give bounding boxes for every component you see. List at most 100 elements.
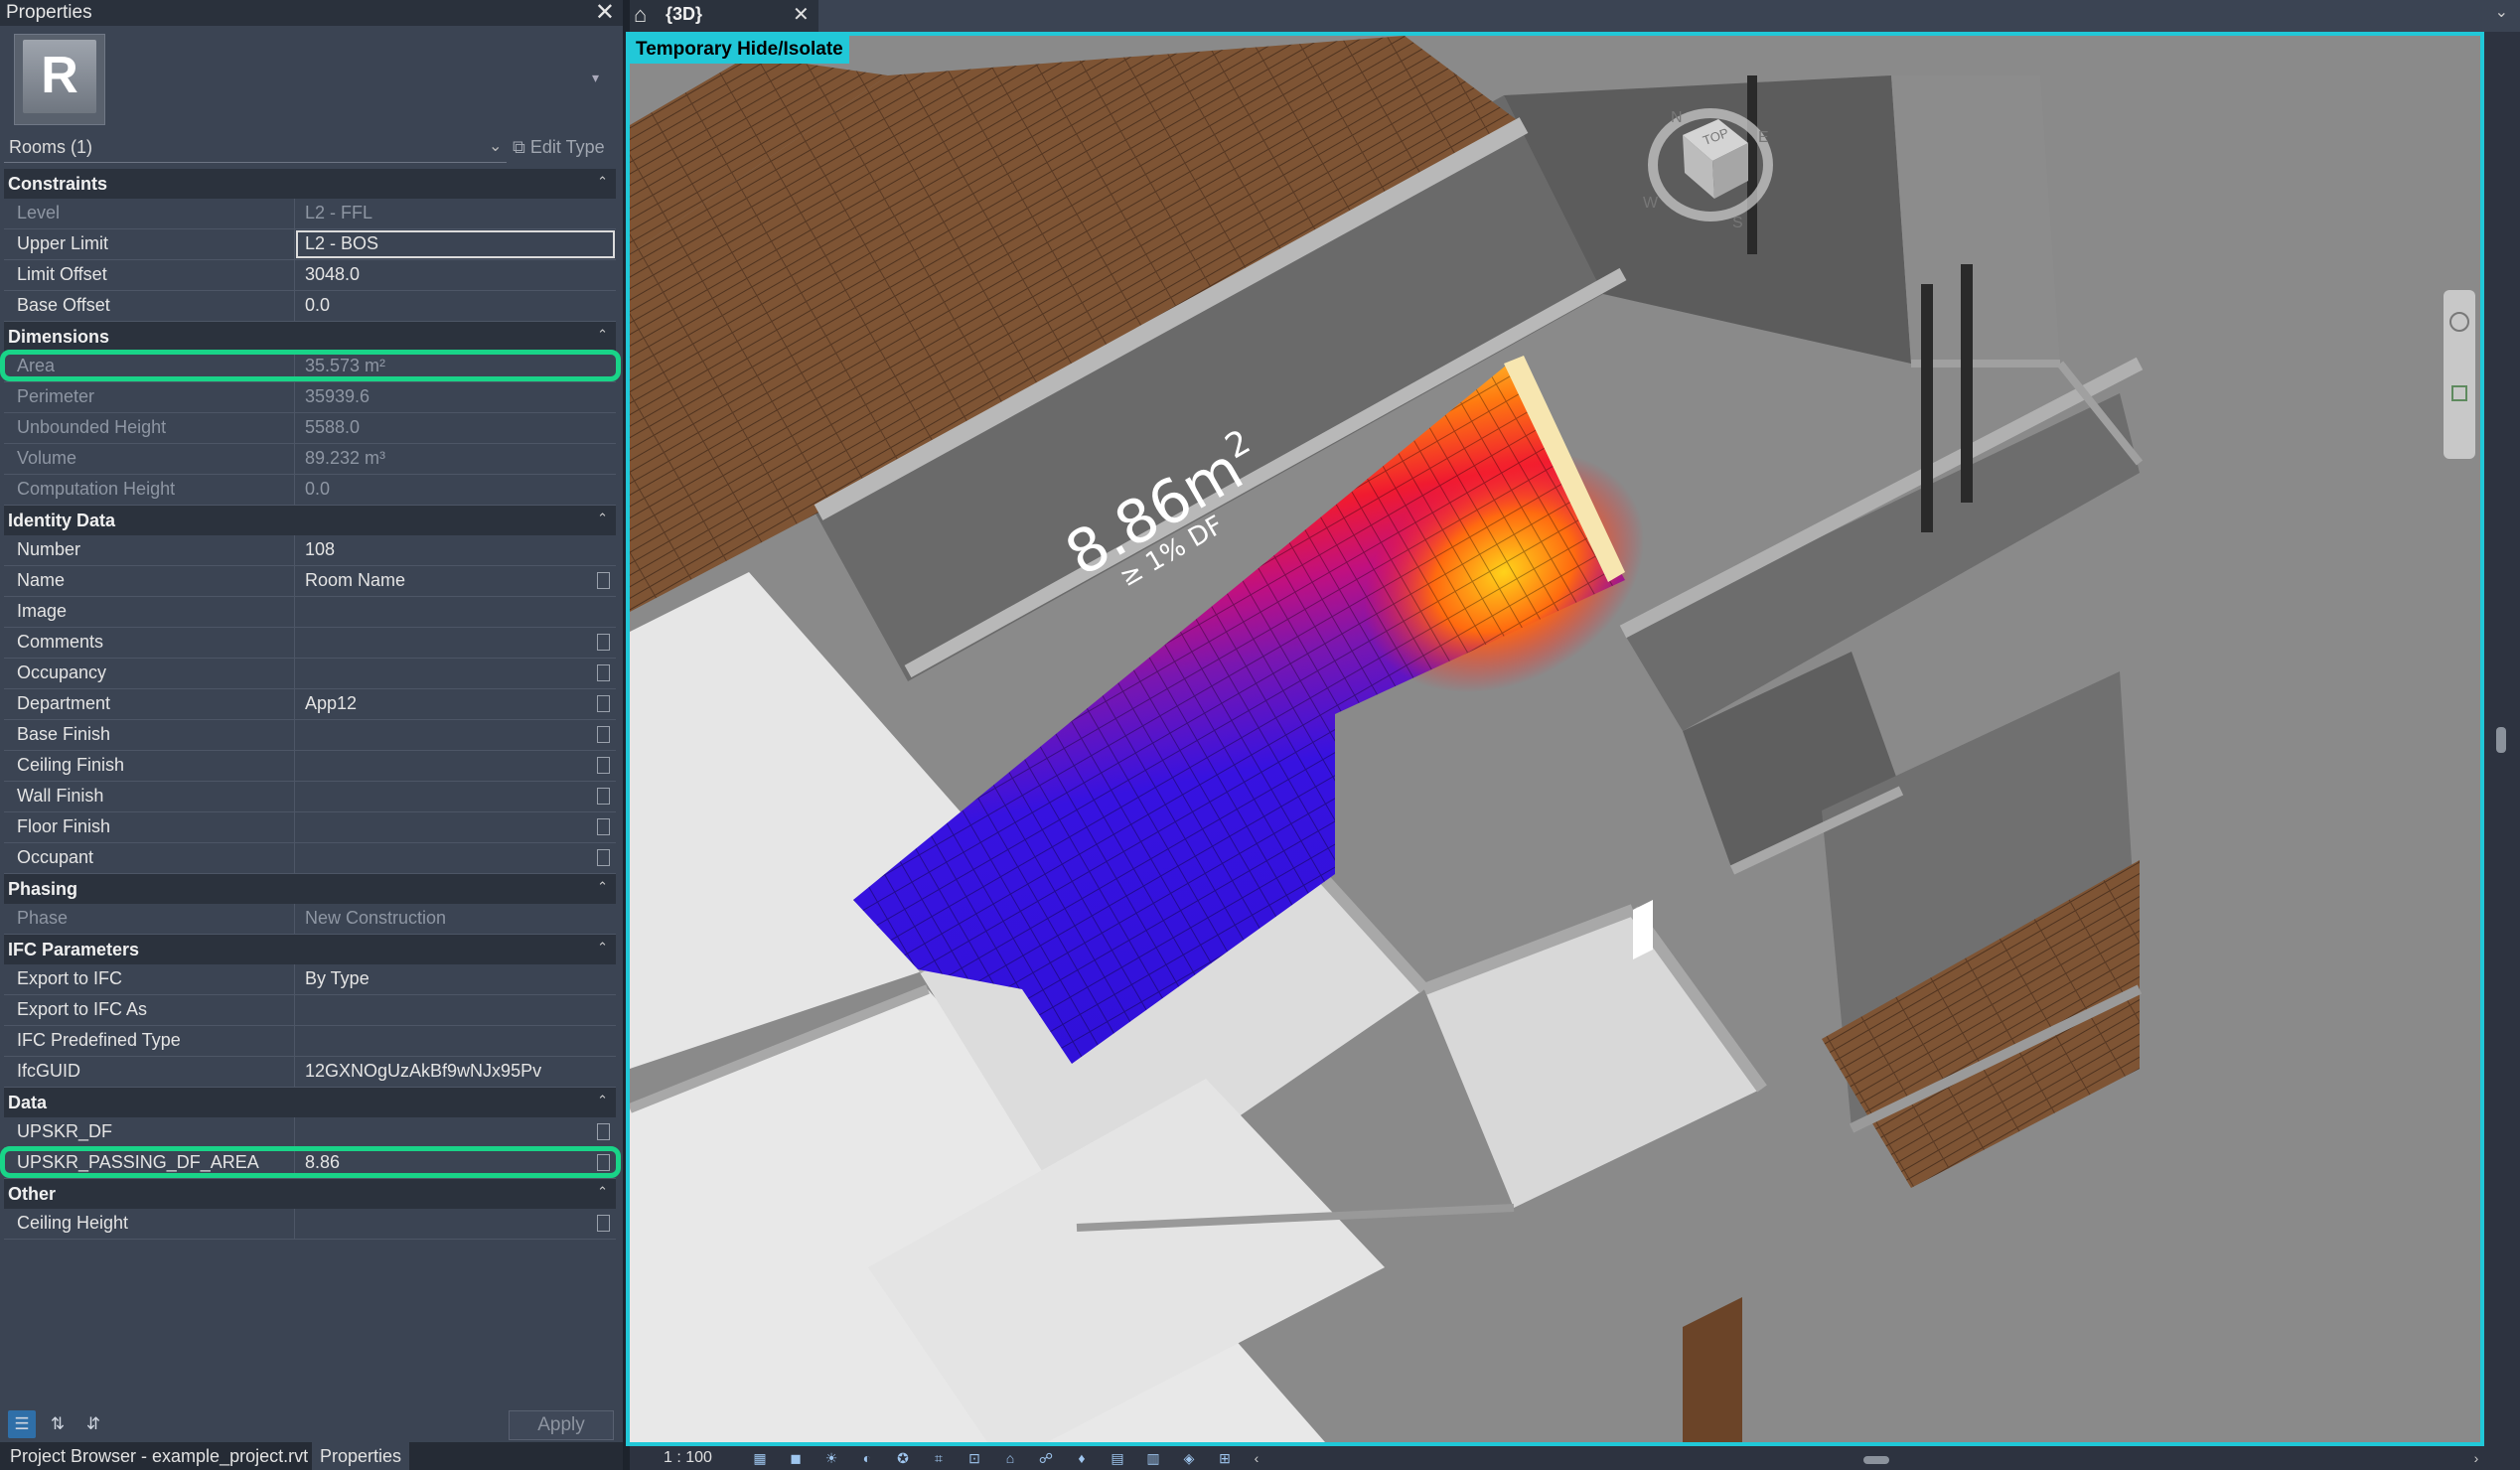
chevron-left-icon[interactable]: ‹: [1248, 1450, 1265, 1466]
edit-value-icon[interactable]: [597, 726, 610, 743]
edit-value-icon[interactable]: [597, 788, 610, 805]
viewcube[interactable]: TOP N E S W: [1641, 95, 1780, 234]
scroll-thumb[interactable]: [2496, 727, 2506, 753]
crop-region-icon[interactable]: ⊡: [965, 1450, 983, 1466]
property-value[interactable]: [295, 1026, 616, 1056]
property-value[interactable]: [295, 628, 616, 658]
property-row[interactable]: Base Offset 0.0: [4, 291, 616, 322]
render-icon[interactable]: ✪: [894, 1450, 912, 1466]
property-row[interactable]: Ceiling Finish: [4, 751, 616, 782]
property-row[interactable]: Ceiling Height: [4, 1209, 616, 1240]
edit-value-icon[interactable]: [597, 664, 610, 681]
group-header[interactable]: Other ⌃: [4, 1179, 616, 1209]
collapse-icon[interactable]: ⌃: [597, 320, 608, 350]
property-row[interactable]: Base Finish: [4, 720, 616, 751]
edit-value-icon[interactable]: [597, 849, 610, 866]
reveal-hidden-icon[interactable]: ♦: [1073, 1450, 1091, 1466]
property-value[interactable]: App12: [295, 689, 616, 719]
edit-value-icon[interactable]: [597, 757, 610, 774]
tab-3d-view[interactable]: ⌂ {3D} ✕: [630, 0, 818, 32]
tab-project-browser[interactable]: Project Browser - example_project.rvt: [2, 1442, 316, 1470]
property-value[interactable]: Room Name: [295, 566, 616, 596]
vertical-scrollbar[interactable]: [2484, 32, 2520, 1446]
crop-view-icon[interactable]: ⌗: [930, 1450, 948, 1466]
property-row[interactable]: Name Room Name: [4, 566, 616, 597]
categorized-icon[interactable]: ☰: [8, 1410, 36, 1438]
element-selector[interactable]: Rooms (1): [4, 131, 507, 163]
property-value[interactable]: By Type: [295, 964, 616, 994]
worksharing-icon[interactable]: ▥: [1144, 1450, 1162, 1466]
group-header[interactable]: Constraints ⌃: [4, 169, 616, 199]
close-icon[interactable]: ✕: [595, 0, 615, 26]
property-value[interactable]: 8.86: [295, 1148, 616, 1178]
sun-path-icon[interactable]: ☀: [822, 1450, 840, 1466]
detail-level-icon[interactable]: ▦: [751, 1450, 769, 1466]
property-value[interactable]: [295, 720, 616, 750]
property-value[interactable]: [295, 1117, 616, 1147]
chevron-down-icon[interactable]: ⌄: [489, 131, 502, 163]
collapse-icon[interactable]: ⌃: [597, 167, 608, 197]
collapse-icon[interactable]: ⌃: [597, 933, 608, 962]
property-value[interactable]: [295, 659, 616, 688]
property-row[interactable]: Occupant: [4, 843, 616, 874]
collapse-icon[interactable]: ⌃: [597, 504, 608, 533]
group-header[interactable]: IFC Parameters ⌃: [4, 935, 616, 964]
property-row[interactable]: IfcGUID 12GXNOgUzAkBf9wNJx95Pv: [4, 1057, 616, 1088]
edit-value-icon[interactable]: [597, 1215, 610, 1232]
edit-type-button[interactable]: ⧉ Edit Type: [513, 131, 616, 163]
property-value[interactable]: [295, 843, 616, 873]
property-row[interactable]: Floor Finish: [4, 812, 616, 843]
property-value[interactable]: [295, 782, 616, 811]
property-row[interactable]: UPSKR_DF: [4, 1117, 616, 1148]
property-value[interactable]: [295, 597, 616, 627]
steering-wheel-icon[interactable]: [2449, 312, 2469, 332]
collapse-icon[interactable]: ⌃: [597, 1086, 608, 1115]
tab-menu-icon[interactable]: ⌄: [2495, 2, 2508, 22]
property-value[interactable]: [295, 812, 616, 842]
edit-value-icon[interactable]: [597, 1123, 610, 1140]
edit-value-icon[interactable]: [597, 634, 610, 651]
property-row[interactable]: Image: [4, 597, 616, 628]
visual-style-icon[interactable]: ◼: [787, 1450, 805, 1466]
temporary-properties-icon[interactable]: ▤: [1109, 1450, 1126, 1466]
type-dropdown-icon[interactable]: ▾: [592, 70, 599, 86]
edit-value-icon[interactable]: [597, 818, 610, 835]
property-row[interactable]: Department App12: [4, 689, 616, 720]
property-row[interactable]: Number 108: [4, 535, 616, 566]
group-header[interactable]: Dimensions ⌃: [4, 322, 616, 352]
collapse-icon[interactable]: ⌃: [597, 1177, 608, 1207]
property-value[interactable]: 108: [295, 535, 616, 565]
scale-readout[interactable]: 1 : 100: [664, 1446, 712, 1470]
property-row[interactable]: IFC Predefined Type: [4, 1026, 616, 1057]
property-value[interactable]: 3048.0: [295, 260, 616, 290]
edit-value-icon[interactable]: [597, 695, 610, 712]
group-header[interactable]: Data ⌃: [4, 1088, 616, 1117]
horizontal-scroll-thumb[interactable]: [1863, 1456, 1889, 1464]
3d-viewport[interactable]: 8.86m2 ≥ 1% DF Temporary Hide/Isolate TO…: [626, 32, 2484, 1446]
analysis-display-icon[interactable]: ◈: [1180, 1450, 1198, 1466]
property-value[interactable]: L2 - BOS: [295, 229, 616, 259]
constraints-icon[interactable]: ⊞: [1216, 1450, 1234, 1466]
property-row[interactable]: Export to IFC By Type: [4, 964, 616, 995]
close-icon[interactable]: ✕: [793, 2, 810, 27]
property-row[interactable]: Wall Finish: [4, 782, 616, 812]
chevron-right-icon[interactable]: ›: [2467, 1450, 2485, 1466]
apply-button[interactable]: Apply: [509, 1410, 614, 1440]
sort-az-icon[interactable]: ⇅: [44, 1410, 72, 1438]
property-row[interactable]: Upper Limit L2 - BOS: [4, 229, 616, 260]
property-row[interactable]: Export to IFC As: [4, 995, 616, 1026]
property-row[interactable]: Occupancy: [4, 659, 616, 689]
property-value[interactable]: [295, 1209, 616, 1239]
group-header[interactable]: Phasing ⌃: [4, 874, 616, 904]
group-header[interactable]: Identity Data ⌃: [4, 506, 616, 535]
property-row[interactable]: Comments: [4, 628, 616, 659]
tab-properties[interactable]: Properties: [312, 1442, 410, 1470]
property-value[interactable]: 0.0: [295, 291, 616, 321]
property-value[interactable]: 12GXNOgUzAkBf9wNJx95Pv: [295, 1057, 616, 1087]
hide-isolate-icon[interactable]: ☍: [1037, 1450, 1055, 1466]
edit-value-icon[interactable]: [597, 1154, 610, 1171]
property-value[interactable]: [295, 995, 616, 1025]
edit-value-icon[interactable]: [597, 572, 610, 589]
property-value[interactable]: [295, 751, 616, 781]
sort-za-icon[interactable]: ⇵: [79, 1410, 107, 1438]
